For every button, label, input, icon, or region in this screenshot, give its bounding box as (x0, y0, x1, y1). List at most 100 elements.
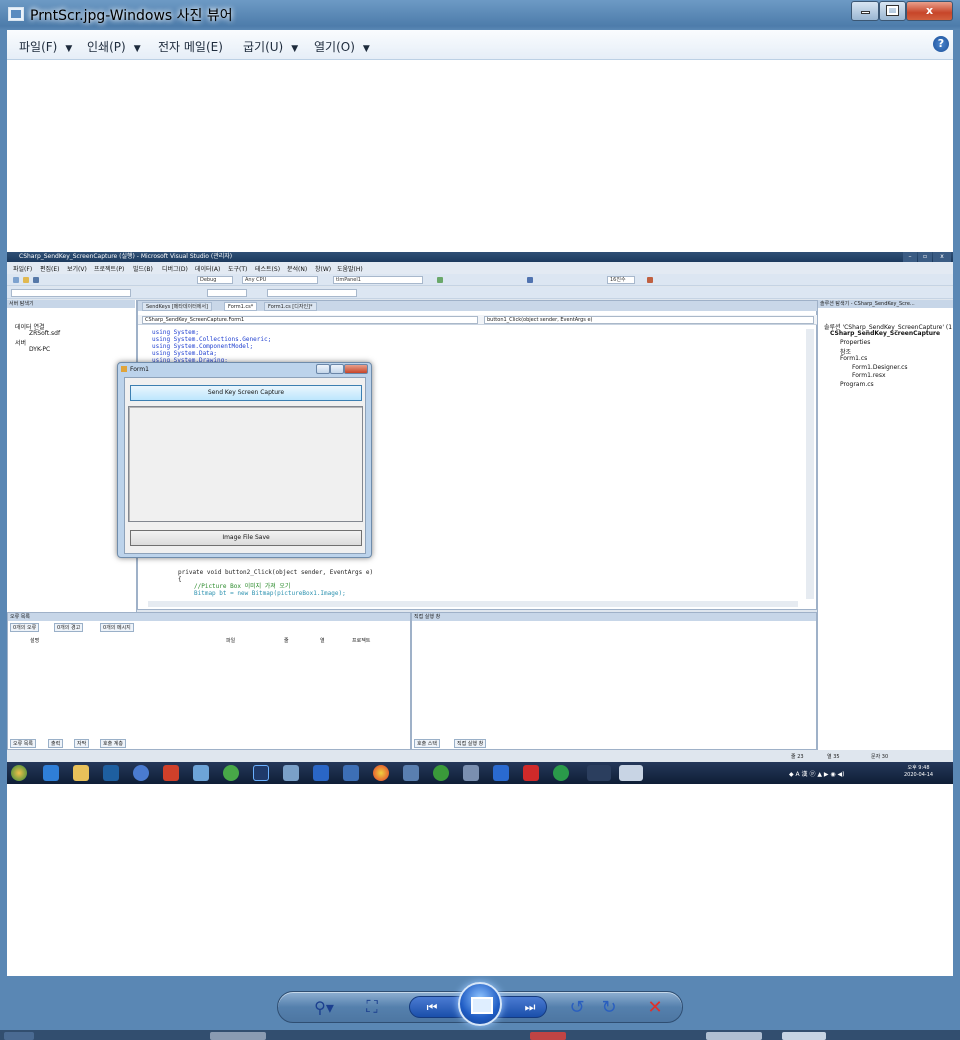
menu-email[interactable]: 전자 메일(E) (158, 38, 223, 55)
form1-maximize-icon (330, 364, 344, 374)
chevron-down-icon: ▼ (362, 44, 370, 54)
previous-button[interactable]: ⏮ (417, 996, 447, 1018)
vs-minimize-icon: – (903, 252, 917, 262)
vs-menu-item: 데이터(A) (195, 266, 221, 273)
vs-icon (103, 765, 119, 781)
vs-toolbar-standard: Debug Any CPU tlmPanel1 16진수 (7, 274, 953, 286)
rotate-left-button[interactable]: ↺ (566, 996, 588, 1018)
tree-pc: DYK-PC (29, 346, 51, 353)
menu-file-label: 파일(F) (19, 40, 58, 54)
minimize-button[interactable] (851, 1, 879, 21)
col-column: 열 (320, 638, 325, 644)
code-line: using System.Collections.Generic; (152, 336, 272, 343)
app-icon (403, 765, 419, 781)
menu-burn-label: 굽기(U) (243, 40, 284, 54)
menu-bar: 파일(F) ▼ 인쇄(P) ▼ 전자 메일(E) 굽기(U) ▼ 열기(O) ▼ ? (7, 30, 953, 60)
code-line: using System; (152, 329, 199, 336)
photoshop-icon (253, 765, 269, 781)
system-tray: ◆ A 漢 ⓟ ▲ ▶ ◉ ◀) (789, 771, 845, 778)
tree-servers: 서버 (15, 340, 27, 347)
vs-menu-item: 분석(N) (287, 266, 308, 273)
stack-frame-dropdown (267, 289, 357, 297)
form1-minimize-icon (316, 364, 330, 374)
immediate-window-panel: 직접 실행 창 호출 스택 직접 실행 창 (411, 612, 817, 750)
slideshow-button[interactable] (458, 982, 502, 1026)
picture-box (128, 406, 363, 522)
vs-menu-item: 도구(T) (228, 266, 248, 273)
col-line: 줄 (284, 638, 289, 644)
menu-file[interactable]: 파일(F) ▼ (19, 38, 72, 55)
background-task-icon (210, 1032, 266, 1040)
photo-viewer-window: PrntScr.jpg-Windows 사진 뷰어 x 파일(F) ▼ 인쇄(P)… (0, 0, 960, 1040)
close-button[interactable]: x (906, 1, 953, 21)
code-line: { (178, 576, 182, 583)
photo-viewer-app-icon (8, 7, 24, 21)
vs-title: CSharp_SendKey_ScreenCapture (실행) - Micr… (19, 253, 233, 260)
hex-toggle: 16진수 (607, 276, 635, 284)
next-button[interactable]: ⏭ (515, 996, 545, 1018)
vs-menu-item: 파일(F) (13, 266, 33, 273)
menu-print[interactable]: 인쇄(P) ▼ (87, 38, 141, 55)
app-icon (463, 765, 479, 781)
tab-form1-design: Form1.cs [디자인]* (264, 302, 317, 311)
tab-call-stack: 호출 스택 (414, 739, 440, 748)
delete-button[interactable]: ✕ (644, 996, 666, 1018)
code-line: Bitmap bt = new Bitmap(pictureBox1.Image… (194, 590, 346, 597)
menu-email-label: 전자 메일(E) (158, 40, 223, 54)
tool-icon (437, 277, 443, 283)
app-icon (523, 765, 539, 781)
vs-menu-item: 보기(V) (67, 266, 87, 273)
app-icon (193, 765, 209, 781)
server-explorer-title: 서버 탐색기 (7, 300, 135, 308)
minimize-icon (860, 11, 870, 14)
help-icon[interactable]: ? (933, 36, 949, 52)
clock-date: 2020-04-14 (904, 772, 934, 778)
tree-project: CSharp_SendKey_ScreenCapture (830, 330, 941, 337)
vs-maximize-icon: ▫ (918, 252, 932, 262)
vs-status-bar: 줄 23 열 35 문자 30 (7, 752, 953, 762)
col-description: 설명 (30, 638, 40, 644)
clock-time: 오후 9:48 (907, 765, 930, 771)
status-column: 열 35 (827, 754, 840, 760)
member-selector: button1_Click(object sender, EventArgs e… (484, 316, 814, 324)
filter-box (207, 289, 247, 297)
errors-filter: 0개의 오류 (10, 623, 40, 632)
form1-window: Form1 Send Key Screen Capture Image File… (117, 362, 372, 558)
utorrent-icon (553, 765, 569, 781)
menu-burn[interactable]: 굽기(U) ▼ (243, 38, 298, 55)
background-task-icon (782, 1032, 826, 1040)
vs-menu-item: 창(W) (315, 266, 332, 273)
menu-open-label: 열기(O) (314, 40, 355, 54)
app-icon (433, 765, 449, 781)
menu-open[interactable]: 열기(O) ▼ (314, 38, 370, 55)
class-selector: CSharp_SendKey_ScreenCapture.Form1 (142, 316, 478, 324)
start-orb-icon (11, 765, 27, 781)
vs-menu-item: 프로젝트(P) (94, 266, 125, 273)
maximize-icon (886, 5, 899, 16)
error-list-title: 오류 목록 (8, 613, 410, 621)
rotate-right-button[interactable]: ↻ (598, 996, 620, 1018)
config-dropdown: Debug (197, 276, 233, 284)
tree-form1-designer: Form1.Designer.cs (852, 364, 908, 371)
tab-output: 출력 (48, 739, 64, 748)
app-icon (493, 765, 509, 781)
vs-title-bar: CSharp_SendKey_ScreenCapture (실행) - Micr… (7, 252, 953, 262)
background-task-icon (706, 1032, 762, 1040)
zoom-button[interactable]: ⚲▾ (307, 996, 341, 1018)
editor-hscrollbar (148, 601, 798, 607)
displayed-image: CSharp_SendKey_ScreenCapture (실행) - Micr… (7, 252, 953, 784)
vs-menu-item: 빌드(B) (133, 266, 153, 273)
vs-menu-item: 디버그(D) (162, 266, 188, 273)
code-comment: //Picture Box 이미지 가져 오기 (194, 583, 291, 590)
image-save-button: Image File Save (130, 530, 362, 546)
maximize-button[interactable] (879, 1, 906, 21)
tree-properties: Properties (840, 339, 871, 346)
process-dropdown (11, 289, 131, 297)
code-line: using System.ComponentModel; (152, 343, 254, 350)
code-line: private void button2_Click(object sender… (178, 569, 374, 576)
app-icon (587, 765, 611, 781)
save-icon (33, 277, 39, 283)
actual-size-button[interactable]: ⛶ (361, 996, 383, 1018)
new-project-icon (13, 277, 19, 283)
form1-client-area: Send Key Screen Capture Image File Save (124, 377, 366, 554)
